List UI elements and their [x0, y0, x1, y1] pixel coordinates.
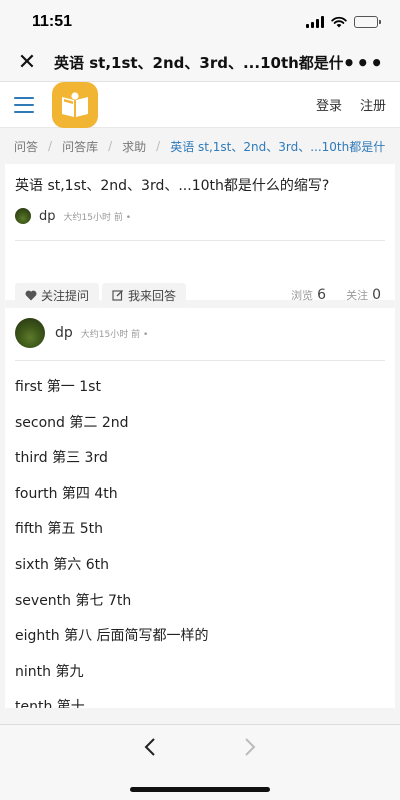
question-stats: 浏览 6 关注 0: [291, 287, 385, 303]
follow-question-button[interactable]: 关注提问: [15, 283, 100, 307]
status-bar: 11:51: [0, 0, 400, 44]
answer-line: seventh 第七 7th: [15, 592, 132, 609]
question-card: 英语 st,1st、2nd、3rd、...10th都是什么的缩写? dp 大约1…: [5, 164, 395, 307]
home-indicator[interactable]: [130, 787, 270, 792]
answer-line: tenth 第十: [15, 699, 85, 708]
register-link[interactable]: 注册: [360, 95, 386, 114]
views-count: 6: [317, 287, 327, 303]
breadcrumb-help[interactable]: 求助: [122, 138, 146, 155]
answer-body: first 第一 1st second 第二 2nd third 第三 3rd …: [15, 375, 385, 708]
views-label: 浏览: [291, 289, 314, 302]
question-title: 英语 st,1st、2nd、3rd、...10th都是什么的缩写?: [15, 178, 330, 194]
follows-count: 0: [372, 287, 381, 303]
hamburger-menu-icon[interactable]: [14, 96, 34, 113]
book-icon: [62, 91, 88, 117]
bottom-toolbar: [0, 724, 400, 800]
answer-line: first 第一 1st: [15, 379, 101, 395]
webview-title-bar: ✕ 英语 st,1st、2nd、3rd、...10th都是什么的缩写? •••: [0, 44, 400, 82]
status-icons: [306, 16, 381, 28]
avatar[interactable]: [15, 208, 31, 224]
breadcrumb: 问答 / 问答库 / 求助 / 英语 st,1st、2nd、3rd、...10t…: [0, 128, 400, 164]
follow-question-label: 关注提问: [41, 288, 90, 303]
answer-line: fifth 第五 5th: [15, 521, 104, 538]
breadcrumb-current: 英语 st,1st、2nd、3rd、...10th都是什么的缩写?: [170, 139, 386, 154]
forward-button[interactable]: [235, 735, 265, 759]
answer-question-button[interactable]: 我来回答: [102, 283, 187, 307]
answer-line: fourth 第四 4th: [15, 485, 118, 502]
follows-label: 关注: [346, 289, 369, 302]
answer-line: second 第二 2nd: [15, 414, 129, 431]
question-meta: dp 大约15小时 前 •: [15, 206, 385, 226]
answer-meta: dp 大约15小时 前 •: [15, 318, 385, 348]
answer-line: eighth 第八 后面简写都一样的: [15, 628, 209, 645]
answer-author[interactable]: dp: [55, 325, 73, 341]
avatar[interactable]: [15, 318, 45, 348]
question-author[interactable]: dp: [39, 209, 56, 224]
divider: [15, 240, 385, 241]
breadcrumb-separator: /: [156, 139, 161, 153]
answer-question-label: 我来回答: [128, 288, 177, 303]
chevron-right-icon: [245, 738, 256, 756]
answer-line: ninth 第九: [15, 663, 84, 680]
question-time: 大约15小时 前 •: [63, 212, 131, 223]
status-time: 11:51: [32, 13, 73, 30]
cellular-signal-icon: [306, 16, 324, 28]
wifi-icon: [331, 16, 347, 28]
login-link[interactable]: 登录: [316, 95, 342, 114]
heart-icon: [25, 290, 37, 300]
breadcrumb-qa[interactable]: 问答: [14, 138, 38, 155]
breadcrumb-separator: /: [108, 139, 113, 153]
breadcrumb-qa-library[interactable]: 问答库: [62, 138, 98, 155]
breadcrumb-separator: /: [48, 139, 53, 153]
divider: [15, 360, 385, 361]
site-header: 登录 注册: [0, 81, 400, 128]
back-button[interactable]: [135, 735, 165, 759]
answer-card: dp 大约15小时 前 • first 第一 1st second 第二 2nd…: [5, 308, 395, 708]
webview-title: 英语 st,1st、2nd、3rd、...10th都是什么的缩写?: [54, 54, 343, 72]
chevron-left-icon: [144, 738, 155, 756]
edit-icon: [112, 290, 124, 301]
answer-line: sixth 第六 6th: [15, 556, 110, 573]
answer-time: 大约15小时 前 •: [80, 329, 149, 340]
battery-icon: [354, 16, 381, 28]
answer-line: third 第三 3rd: [15, 450, 108, 467]
site-logo[interactable]: [52, 81, 98, 128]
close-icon[interactable]: ✕: [16, 50, 38, 75]
more-options-icon[interactable]: •••: [343, 51, 384, 75]
